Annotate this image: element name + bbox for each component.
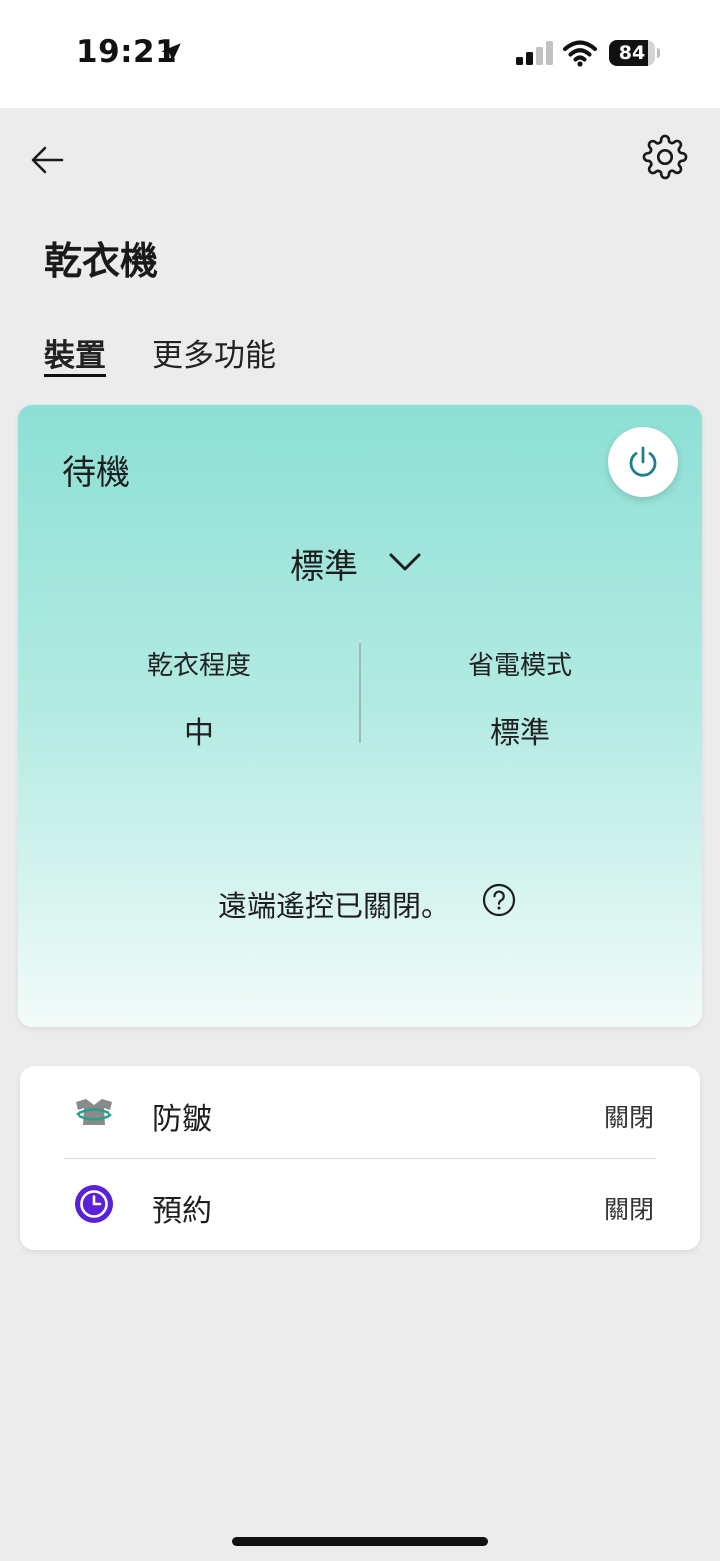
anti-wrinkle-label: 防皺	[152, 1102, 212, 1137]
timer-clock-icon	[75, 1185, 113, 1223]
gear-icon	[642, 134, 688, 180]
dryness-label: 乾衣程度	[146, 651, 251, 681]
battery-percent: 84	[618, 42, 646, 64]
option-anti-wrinkle[interactable]: 防皺 關閉	[20, 1066, 700, 1159]
arrow-left-icon	[31, 146, 64, 174]
back-button[interactable]	[26, 138, 70, 182]
dryness-level: 乾衣程度 中	[49, 645, 349, 752]
energy-saving-mode: 省電模式 標準	[370, 645, 670, 752]
option-schedule[interactable]: 預約 關閉	[20, 1158, 700, 1250]
status-bar: 19:21 84	[0, 0, 720, 108]
chevron-down-icon	[389, 553, 421, 571]
anti-wrinkle-icon	[76, 1099, 112, 1125]
spec-divider	[359, 643, 361, 743]
schedule-value: 關閉	[603, 1195, 654, 1224]
anti-wrinkle-value: 關閉	[603, 1103, 654, 1132]
tab-more-features[interactable]: 更多功能	[152, 330, 276, 375]
battery-cap	[657, 48, 660, 58]
options-card: 防皺 關閉 預約 關閉	[20, 1066, 700, 1250]
energy-mode-value: 標準	[490, 716, 550, 751]
tab-device[interactable]: 裝置	[44, 330, 106, 377]
battery-icon: 84	[609, 40, 660, 66]
power-icon	[629, 446, 657, 477]
wifi-icon	[563, 40, 597, 67]
location-arrow-icon	[161, 43, 181, 63]
remote-status-text: 遠端遙控已關閉。	[218, 889, 451, 923]
settings-button[interactable]	[642, 134, 688, 180]
question-circle-icon[interactable]	[482, 883, 516, 917]
power-button[interactable]	[608, 427, 678, 497]
schedule-label: 預約	[152, 1194, 212, 1229]
device-state: 待機	[62, 453, 130, 493]
home-indicator[interactable]	[232, 1537, 488, 1546]
mode-label: 標準	[290, 547, 358, 587]
device-status-card: 待機 標準 乾衣程度 中 省電模式 標準 遠端遙控已關閉。	[18, 405, 702, 1027]
cellular-signal-icon	[516, 41, 553, 65]
dryness-value: 中	[184, 716, 214, 751]
energy-mode-label: 省電模式	[467, 651, 572, 681]
page-title: 乾衣機	[44, 239, 159, 283]
battery-body: 84	[609, 40, 655, 66]
